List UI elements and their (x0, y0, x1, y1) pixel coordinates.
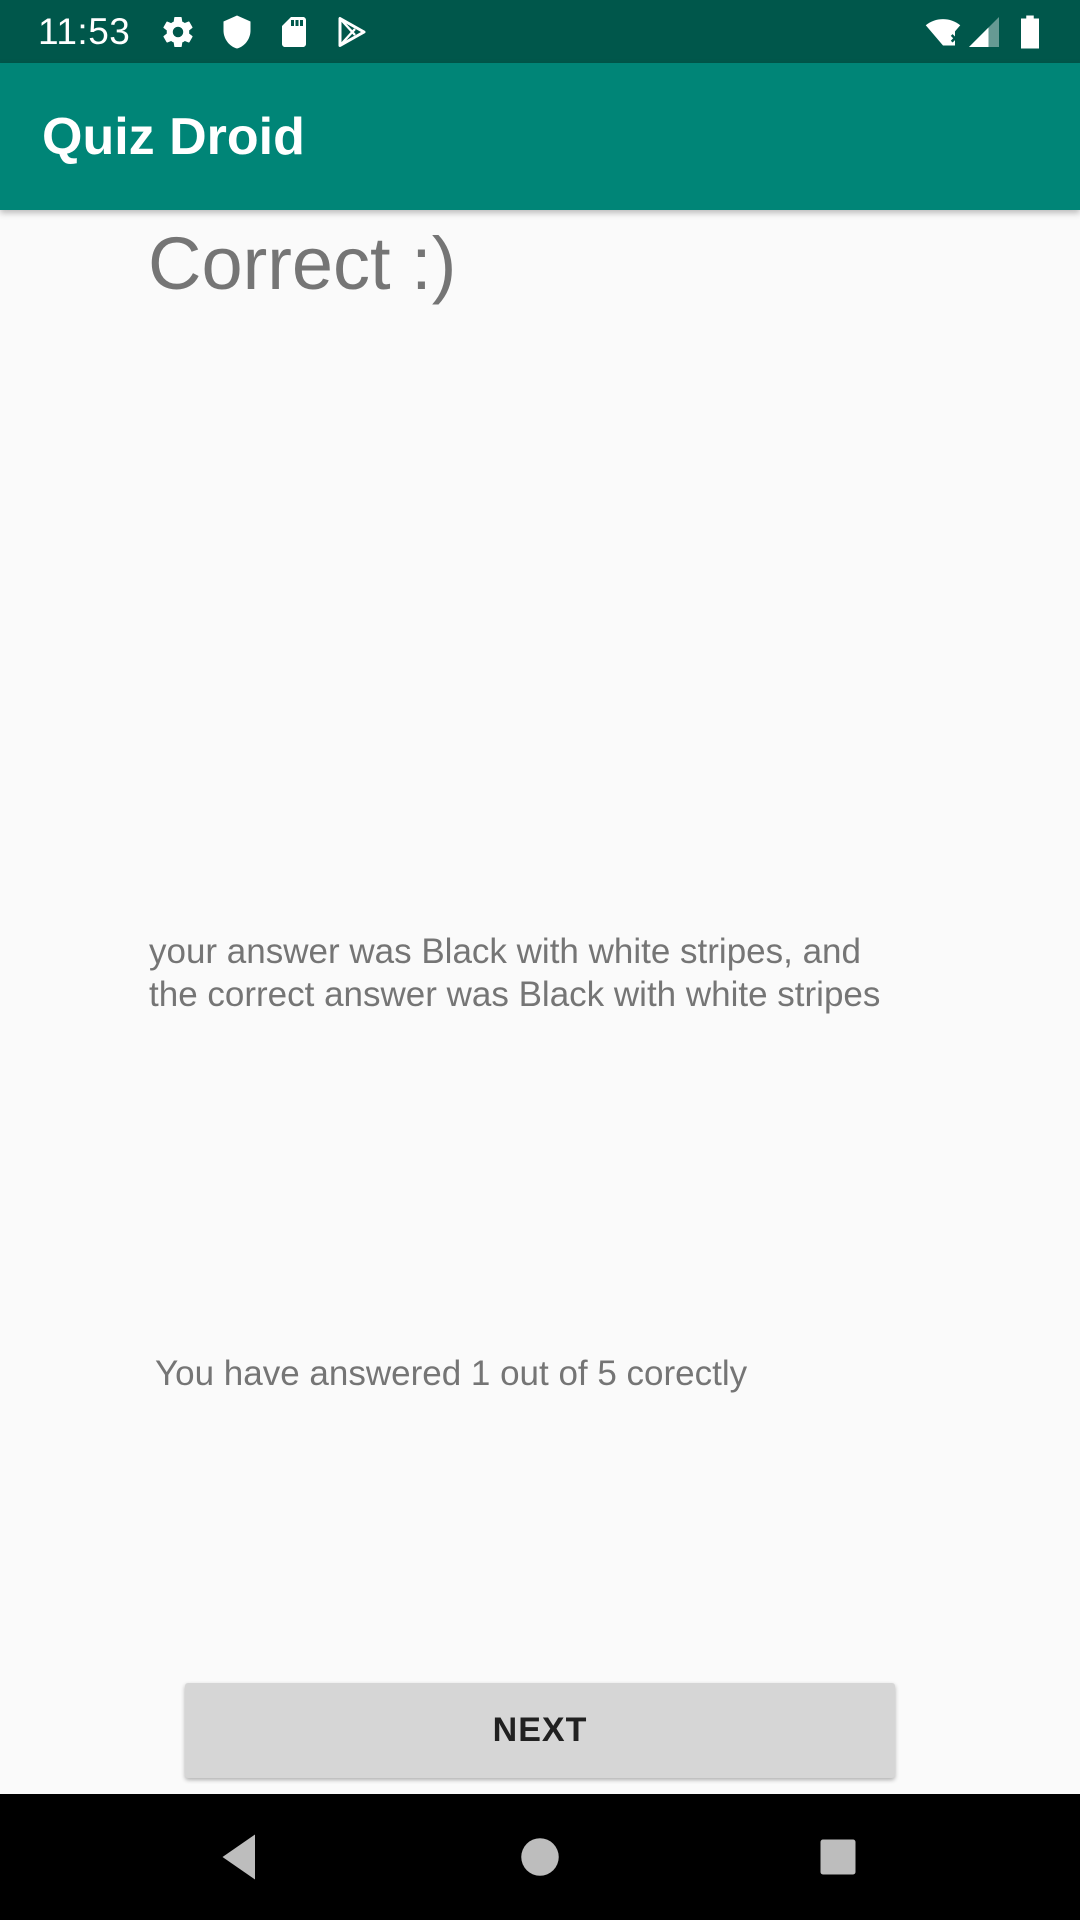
result-heading: Correct :) (148, 222, 457, 305)
score-text: You have answered 1 out of 5 corectly (155, 1354, 748, 1393)
shield-icon (223, 15, 251, 49)
answer-summary: your answer was Black with white stripes… (149, 930, 949, 1016)
answer-summary-line-1: your answer was Black with white stripes… (149, 932, 861, 971)
app-bar: Quiz Droid (0, 63, 1080, 210)
sd-card-icon (282, 17, 306, 47)
signal-icon (969, 17, 999, 47)
app-title: Quiz Droid (42, 108, 305, 166)
wifi-icon (925, 19, 961, 46)
status-bar: 11:53 (0, 0, 1080, 63)
quiz-result-screen: 11:53 Quiz Droid Correct :) your answer … (0, 0, 1080, 1920)
next-button[interactable]: NEXT (185, 1683, 895, 1778)
navigation-bar (0, 1794, 1080, 1920)
status-time: 11:53 (38, 11, 131, 52)
play-store-icon (338, 17, 366, 47)
gear-icon (163, 17, 193, 48)
recents-icon[interactable] (808, 1827, 868, 1887)
home-icon[interactable] (510, 1827, 570, 1887)
battery-icon (1021, 15, 1039, 49)
back-icon[interactable] (210, 1827, 270, 1887)
answer-summary-line-2: the correct answer was Black with white … (149, 975, 881, 1014)
